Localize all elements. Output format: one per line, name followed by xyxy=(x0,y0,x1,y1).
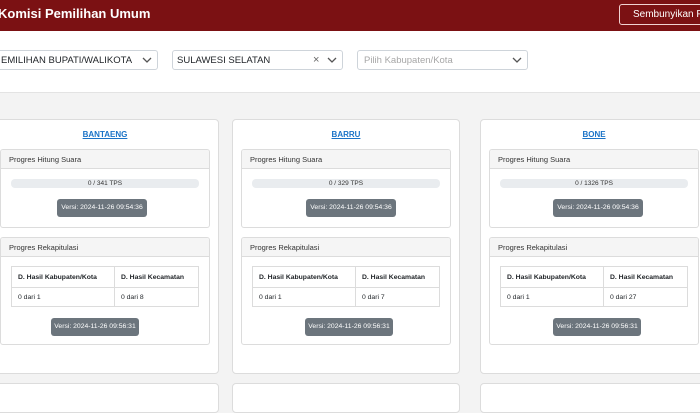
chevron-down-icon xyxy=(325,53,339,67)
table-header-row: D. Hasil Kabupaten/Kota D. Hasil Kecamat… xyxy=(500,266,689,288)
table-row: 0 dari 1 0 dari 8 xyxy=(11,287,200,307)
table-header-row: D. Hasil Kabupaten/Kota D. Hasil Kecamat… xyxy=(11,266,200,288)
province-value: SULAWESI SELATAN xyxy=(177,54,271,66)
regency-value: 0 dari 1 xyxy=(11,287,115,307)
vote-count-title: Progres Hitung Suara xyxy=(242,150,450,169)
regency-value: 0 dari 1 xyxy=(252,287,356,307)
regency-value: 0 dari 1 xyxy=(500,287,604,307)
vote-count-progress: 0 / 341 TPS xyxy=(11,179,199,188)
recap-title: Progres Rekapitulasi xyxy=(1,238,209,257)
district-value: 0 dari 27 xyxy=(602,287,689,307)
table-row: 0 dari 1 0 dari 7 xyxy=(252,287,441,307)
chevron-down-icon xyxy=(140,53,154,67)
recap-table: D. Hasil Kabupaten/Kota D. Hasil Kecamat… xyxy=(11,266,200,307)
region-link[interactable]: BONE xyxy=(481,130,700,139)
hide-filter-button[interactable]: Sembunyikan Filter xyxy=(619,4,700,25)
regency-placeholder: Pilih Kabupaten/Kota xyxy=(364,54,453,66)
col-regency-header: D. Hasil Kabupaten/Kota xyxy=(252,266,356,288)
recap-version-badge: Versi: 2024-11-26 09:56:31 xyxy=(51,318,139,336)
col-district-header: D. Hasil Kecamatan xyxy=(113,266,200,288)
recap-panel: Progres Rekapitulasi D. Hasil Kabupaten/… xyxy=(0,237,210,345)
district-value: 0 dari 8 xyxy=(113,287,200,307)
region-card: BONE Progres Hitung Suara 0 / 1326 TPS V… xyxy=(480,119,700,374)
recap-table: D. Hasil Kabupaten/Kota D. Hasil Kecamat… xyxy=(500,266,689,307)
province-select[interactable]: SULAWESI SELATAN × xyxy=(172,50,343,70)
table-header-row: D. Hasil Kabupaten/Kota D. Hasil Kecamat… xyxy=(252,266,441,288)
app-title: Komisi Pemilihan Umum xyxy=(0,6,151,21)
election-type-value: EMILIHAN BUPATI/WALIKOTA xyxy=(1,54,133,66)
recap-panel: Progres Rekapitulasi D. Hasil Kabupaten/… xyxy=(241,237,451,345)
clear-icon[interactable]: × xyxy=(313,54,323,66)
region-link[interactable]: BANTAENG xyxy=(0,130,218,139)
region-card-partial xyxy=(480,383,700,413)
vote-count-panel: Progres Hitung Suara 0 / 341 TPS Versi: … xyxy=(0,149,210,228)
vote-count-title: Progres Hitung Suara xyxy=(1,150,209,169)
region-card-partial xyxy=(232,383,460,413)
district-value: 0 dari 7 xyxy=(354,287,441,307)
vote-count-version-badge: Versi: 2024-11-26 09:54:36 xyxy=(553,199,643,217)
recap-version-badge: Versi: 2024-11-26 09:56:31 xyxy=(553,318,641,336)
chevron-down-icon xyxy=(510,53,524,67)
recap-panel: Progres Rekapitulasi D. Hasil Kabupaten/… xyxy=(489,237,699,345)
region-card: BARRU Progres Hitung Suara 0 / 329 TPS V… xyxy=(232,119,460,374)
hide-filter-label: Sembunyikan Filter xyxy=(633,9,700,20)
recap-table: D. Hasil Kabupaten/Kota D. Hasil Kecamat… xyxy=(252,266,441,307)
col-regency-header: D. Hasil Kabupaten/Kota xyxy=(500,266,604,288)
regency-select[interactable]: Pilih Kabupaten/Kota xyxy=(357,50,528,70)
vote-count-version-badge: Versi: 2024-11-26 09:54:36 xyxy=(57,199,147,217)
filter-bar: EMILIHAN BUPATI/WALIKOTA SULAWESI SELATA… xyxy=(0,31,700,93)
vote-count-title: Progres Hitung Suara xyxy=(490,150,698,169)
col-regency-header: D. Hasil Kabupaten/Kota xyxy=(11,266,115,288)
vote-count-progress: 0 / 1326 TPS xyxy=(500,179,688,188)
vote-count-progress: 0 / 329 TPS xyxy=(252,179,440,188)
vote-count-panel: Progres Hitung Suara 0 / 329 TPS Versi: … xyxy=(241,149,451,228)
vote-count-panel: Progres Hitung Suara 0 / 1326 TPS Versi:… xyxy=(489,149,699,228)
vote-count-version-badge: Versi: 2024-11-26 09:54:36 xyxy=(306,199,396,217)
recap-title: Progres Rekapitulasi xyxy=(490,238,698,257)
col-district-header: D. Hasil Kecamatan xyxy=(602,266,689,288)
region-link[interactable]: BARRU xyxy=(233,130,459,139)
recap-title: Progres Rekapitulasi xyxy=(242,238,450,257)
region-card: BANTAENG Progres Hitung Suara 0 / 341 TP… xyxy=(0,119,219,374)
table-row: 0 dari 1 0 dari 27 xyxy=(500,287,689,307)
region-card-partial xyxy=(0,383,219,413)
election-type-select[interactable]: EMILIHAN BUPATI/WALIKOTA xyxy=(0,50,158,70)
col-district-header: D. Hasil Kecamatan xyxy=(354,266,441,288)
recap-version-badge: Versi: 2024-11-26 09:56:31 xyxy=(305,318,393,336)
top-header: Komisi Pemilihan Umum Sembunyikan Filter xyxy=(0,0,700,31)
